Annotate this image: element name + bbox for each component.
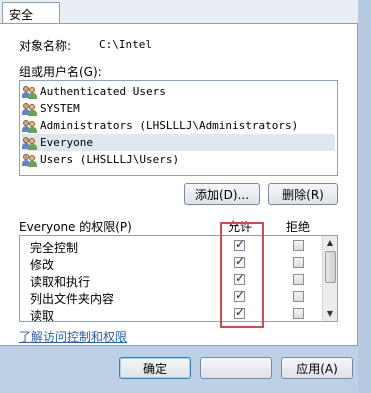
users-group-icon [22,153,38,167]
permissions-list[interactable]: 完全控制 修改 读取和执行 列出文件夹内容 读取 ▲ ▼ [19,235,338,322]
users-group-icon [22,119,38,133]
object-name-value: C:\Intel [99,38,152,51]
user-list[interactable]: Authenticated Users SYSTEM Administrator… [19,80,338,176]
user-row-system[interactable]: SYSTEM [22,100,335,117]
highlight-box [220,222,264,328]
users-group-icon [22,85,38,99]
user-name: Everyone [40,136,93,149]
window-edge [358,0,371,393]
add-button[interactable]: 添加(D)... [184,183,260,205]
permission-row-read-execute: 读取和执行 [30,271,320,289]
deny-checkbox[interactable] [293,274,304,285]
apply-button[interactable]: 应用(A) [281,357,353,379]
user-row-administrators[interactable]: Administrators (LHSLLLJ\Administrators) [22,117,335,134]
scroll-down-arrow-icon[interactable]: ▼ [323,307,337,321]
user-row-everyone[interactable]: Everyone [22,134,335,151]
users-group-icon [22,102,38,116]
deny-column-header: 拒绝 [286,220,311,234]
scroll-thumb[interactable] [325,251,336,283]
deny-checkbox[interactable] [293,308,304,319]
remove-button[interactable]: 删除(R) [268,183,338,205]
permissions-label: Everyone 的权限(P) [19,220,132,234]
permission-row-modify: 修改 [30,254,320,272]
permission-row-read: 读取 [30,305,320,322]
scroll-up-arrow-icon[interactable]: ▲ [323,236,337,250]
deny-checkbox[interactable] [293,240,304,251]
permission-name: 读取 [30,309,55,322]
access-control-help-link[interactable]: 了解访问控制和权限 [19,328,127,345]
users-group-icon [22,136,38,150]
permission-row-list-folder: 列出文件夹内容 [30,288,320,306]
permission-row-full-control: 完全控制 [30,237,320,255]
ok-button[interactable]: 确定 [119,357,191,379]
object-name-label: 对象名称: [19,39,72,53]
user-row-authenticated-users[interactable]: Authenticated Users [22,83,335,100]
deny-checkbox[interactable] [293,257,304,268]
deny-checkbox[interactable] [293,291,304,302]
user-name: SYSTEM [40,102,80,115]
tab-security[interactable]: 安全 [2,2,60,24]
permissions-scrollbar[interactable]: ▲ ▼ [322,236,337,321]
group-or-user-label: 组或用户名(G): [19,65,102,79]
user-name: Users (LHSLLLJ\Users) [40,153,180,166]
tab-strip: 安全 [0,0,371,24]
user-name: Authenticated Users [40,85,166,98]
cancel-button[interactable] [200,357,272,379]
user-name: Administrators (LHSLLLJ\Administrators) [40,119,299,132]
user-row-users[interactable]: Users (LHSLLLJ\Users) [22,151,335,168]
